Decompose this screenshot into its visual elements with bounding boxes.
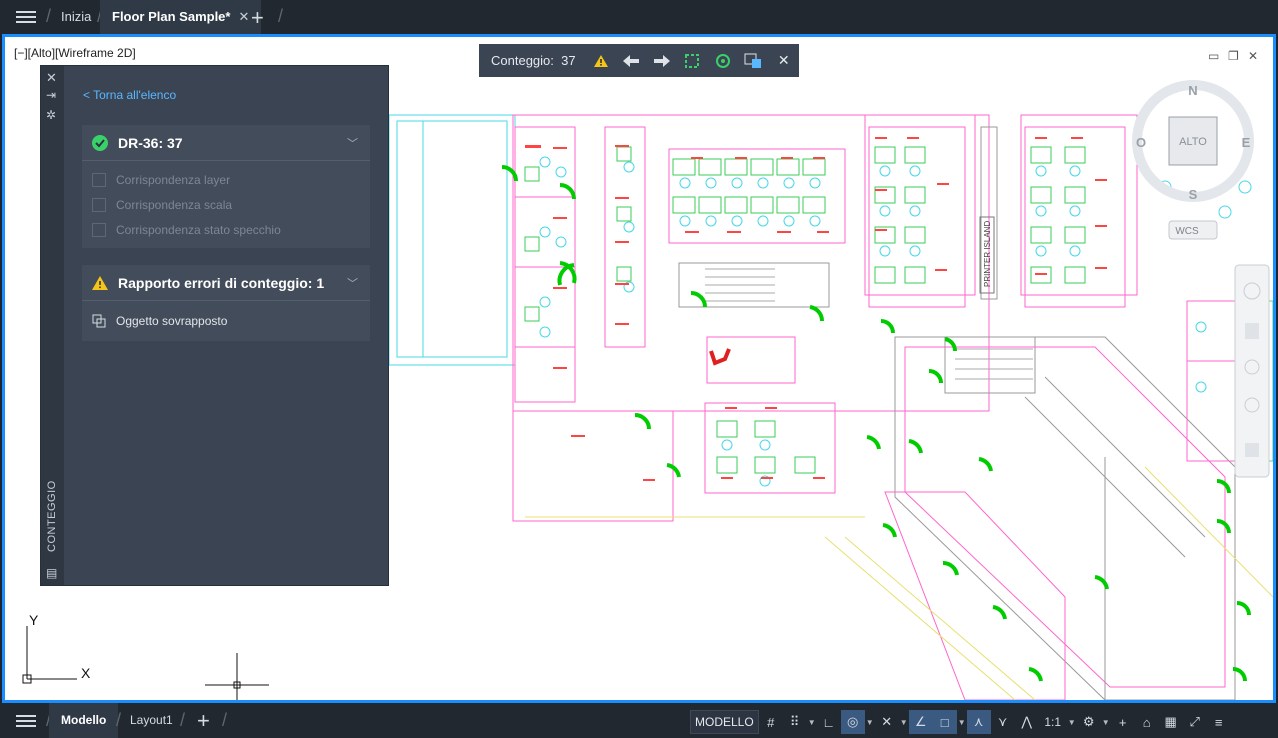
tab-layout1[interactable]: Layout1 bbox=[130, 703, 173, 738]
checkbox[interactable] bbox=[92, 172, 106, 187]
overlap-icon bbox=[92, 314, 106, 328]
isodraft-icon[interactable]: ✕ bbox=[875, 710, 899, 734]
application-menu-icon[interactable] bbox=[16, 8, 36, 26]
check-layer-match[interactable]: Corrispondenza layer bbox=[82, 167, 370, 192]
find-count-icon[interactable] bbox=[708, 44, 738, 77]
next-arrow-icon[interactable] bbox=[647, 44, 677, 77]
count-error-header[interactable]: Rapporto errori di conteggio: 1 ﹀ bbox=[82, 265, 370, 301]
back-to-list-link[interactable]: < Torna all'elenco bbox=[83, 88, 176, 102]
tab-start[interactable]: Inizia bbox=[61, 0, 91, 34]
new-tab-icon[interactable]: + bbox=[251, 5, 264, 31]
object-snap-tracking-icon[interactable]: ∠ bbox=[908, 710, 933, 734]
insert-count-field-icon[interactable] bbox=[738, 44, 768, 77]
chevron-down-icon[interactable]: ▼ bbox=[1101, 718, 1111, 727]
tab-separator: / bbox=[278, 6, 284, 26]
wcs-label: WCS bbox=[1175, 226, 1199, 237]
status-toggles: MODELLO # ⠿ ▼ ∟ ◎ ▼ ✕ ▼ ∠ □ ▼ ⋏ ⋎ ⋀ 1:1 … bbox=[690, 710, 1231, 734]
document-tab-bar: / Inizia / Floor Plan Sample*✕ + / bbox=[0, 0, 1278, 34]
crosshair-cursor bbox=[205, 653, 269, 700]
printer-island-label: PRINTER ISLAND bbox=[983, 221, 992, 287]
ucs-x-label: X bbox=[81, 665, 91, 681]
tab-separator: / bbox=[116, 710, 122, 730]
new-layout-icon[interactable]: + bbox=[197, 708, 210, 734]
auto-hide-icon[interactable]: ⇥ bbox=[46, 88, 56, 102]
viewcube-east: E bbox=[1242, 135, 1251, 150]
count-toolbar-label: Conteggio: 37 bbox=[491, 53, 576, 68]
count-error-title: Rapporto errori di conteggio: 1 bbox=[118, 274, 325, 291]
fullscreen-icon[interactable]: ⤢ bbox=[1183, 710, 1207, 734]
object-snap-icon[interactable]: □ bbox=[932, 710, 957, 734]
chevron-down-icon[interactable]: ▼ bbox=[807, 718, 817, 727]
status-bar: / Modello / Layout1 / + / MODELLO # ⠿ ▼ … bbox=[0, 703, 1278, 738]
viewcube-top-face: ALTO bbox=[1179, 136, 1207, 148]
checkbox[interactable] bbox=[92, 222, 106, 237]
infer-constraints-icon[interactable]: ∟ bbox=[817, 710, 841, 734]
count-error-card: Rapporto errori di conteggio: 1 ﹀ Oggett… bbox=[82, 265, 370, 341]
tab-separator: / bbox=[46, 6, 52, 26]
chevron-down-icon[interactable]: ﹀ bbox=[347, 135, 358, 151]
chevron-down-icon[interactable]: ▼ bbox=[957, 718, 967, 727]
palette-title: CONTEGGIO bbox=[46, 480, 58, 552]
chevron-down-icon[interactable]: ▼ bbox=[899, 718, 909, 727]
tab-separator: / bbox=[222, 710, 228, 730]
check-mirror-state-match[interactable]: Corrispondenza stato specchio bbox=[82, 217, 370, 242]
warning-icon bbox=[92, 275, 108, 290]
viewcube-west: O bbox=[1136, 135, 1146, 150]
ucs-icon bbox=[22, 626, 77, 684]
chevron-down-icon[interactable]: ▼ bbox=[865, 718, 875, 727]
close-count-toolbar-icon[interactable]: ✕ bbox=[769, 44, 799, 77]
tab-floor-plan-sample[interactable]: Floor Plan Sample* ✕ bbox=[100, 0, 262, 34]
warning-icon[interactable] bbox=[586, 44, 616, 77]
auto-scale-icon[interactable]: ⋎ bbox=[991, 710, 1015, 734]
count-palette: ✕ ⇥ ✲ CONTEGGIO ▤ < Torna all'elenco DR-… bbox=[40, 65, 389, 586]
viewcube-south: S bbox=[1189, 187, 1198, 202]
palette-settings-icon[interactable]: ✲ bbox=[46, 108, 56, 122]
count-toolbar: Conteggio: 37 ✕ bbox=[479, 44, 799, 77]
layout-menu-icon[interactable] bbox=[16, 712, 36, 730]
close-tab-icon[interactable]: ✕ bbox=[238, 9, 249, 24]
tab-label: Floor Plan Sample* bbox=[112, 9, 231, 24]
model-space-toggle[interactable]: MODELLO bbox=[690, 710, 759, 734]
zoom-to-objects-icon[interactable] bbox=[677, 44, 707, 77]
annotation-monitor-icon[interactable]: + bbox=[1111, 710, 1135, 734]
restore-viewport-icon[interactable]: ❐ bbox=[1228, 49, 1239, 63]
chevron-down-icon[interactable]: ▼ bbox=[1067, 718, 1077, 727]
snap-icon[interactable]: ⠿ bbox=[783, 710, 807, 734]
customize-menu-icon[interactable]: ≡ bbox=[1207, 710, 1231, 734]
annotation-scale-icon[interactable]: ⋀ bbox=[1015, 710, 1039, 734]
viewport-controls-label[interactable]: [−][Alto][Wireframe 2D] bbox=[14, 46, 136, 60]
close-viewport-icon[interactable]: ✕ bbox=[1248, 49, 1258, 63]
palette-title-strip: ✕ ⇥ ✲ CONTEGGIO ▤ bbox=[41, 66, 64, 585]
overlap-error-marker bbox=[709, 348, 731, 366]
navigation-bar[interactable] bbox=[1234, 264, 1270, 478]
viewcube-north: N bbox=[1188, 83, 1197, 98]
polar-tracking-icon[interactable]: ◎ bbox=[840, 710, 865, 734]
viewcube[interactable]: ALTO N S E O WCS bbox=[1132, 80, 1254, 240]
checkbox[interactable] bbox=[92, 197, 106, 212]
count-palette-icon: ▤ bbox=[46, 566, 58, 580]
quick-properties-icon[interactable]: ▦ bbox=[1159, 710, 1183, 734]
previous-arrow-icon[interactable] bbox=[616, 44, 646, 77]
check-scale-match[interactable]: Corrispondenza scala bbox=[82, 192, 370, 217]
units-icon[interactable]: ⌂ bbox=[1135, 710, 1159, 734]
block-count-card: DR-36: 37 ﹀ Corrispondenza layer Corrisp… bbox=[82, 125, 370, 248]
grid-icon[interactable]: # bbox=[759, 710, 783, 734]
block-count-header[interactable]: DR-36: 37 ﹀ bbox=[82, 125, 370, 161]
overlapping-object-item[interactable]: Oggetto sovrapposto bbox=[82, 301, 370, 341]
chevron-down-icon[interactable]: ﹀ bbox=[347, 275, 358, 291]
annotation-scale-value[interactable]: 1:1 bbox=[1039, 710, 1067, 734]
drawing-viewport[interactable]: PRINTER ISLAND ALTO N S E O WCS Y X [−][… bbox=[2, 34, 1276, 703]
annotation-visibility-icon[interactable]: ⋏ bbox=[966, 710, 991, 734]
block-count-title: DR-36: 37 bbox=[118, 134, 183, 151]
close-palette-icon[interactable]: ✕ bbox=[46, 70, 57, 86]
tab-separator: / bbox=[180, 710, 186, 730]
ucs-y-label: Y bbox=[29, 612, 39, 628]
tab-model[interactable]: Modello bbox=[49, 703, 119, 738]
minimize-viewport-icon[interactable]: ▭ bbox=[1208, 49, 1219, 63]
workspace-gear-icon[interactable]: ⚙ bbox=[1077, 710, 1101, 734]
check-circle-icon bbox=[92, 134, 108, 151]
